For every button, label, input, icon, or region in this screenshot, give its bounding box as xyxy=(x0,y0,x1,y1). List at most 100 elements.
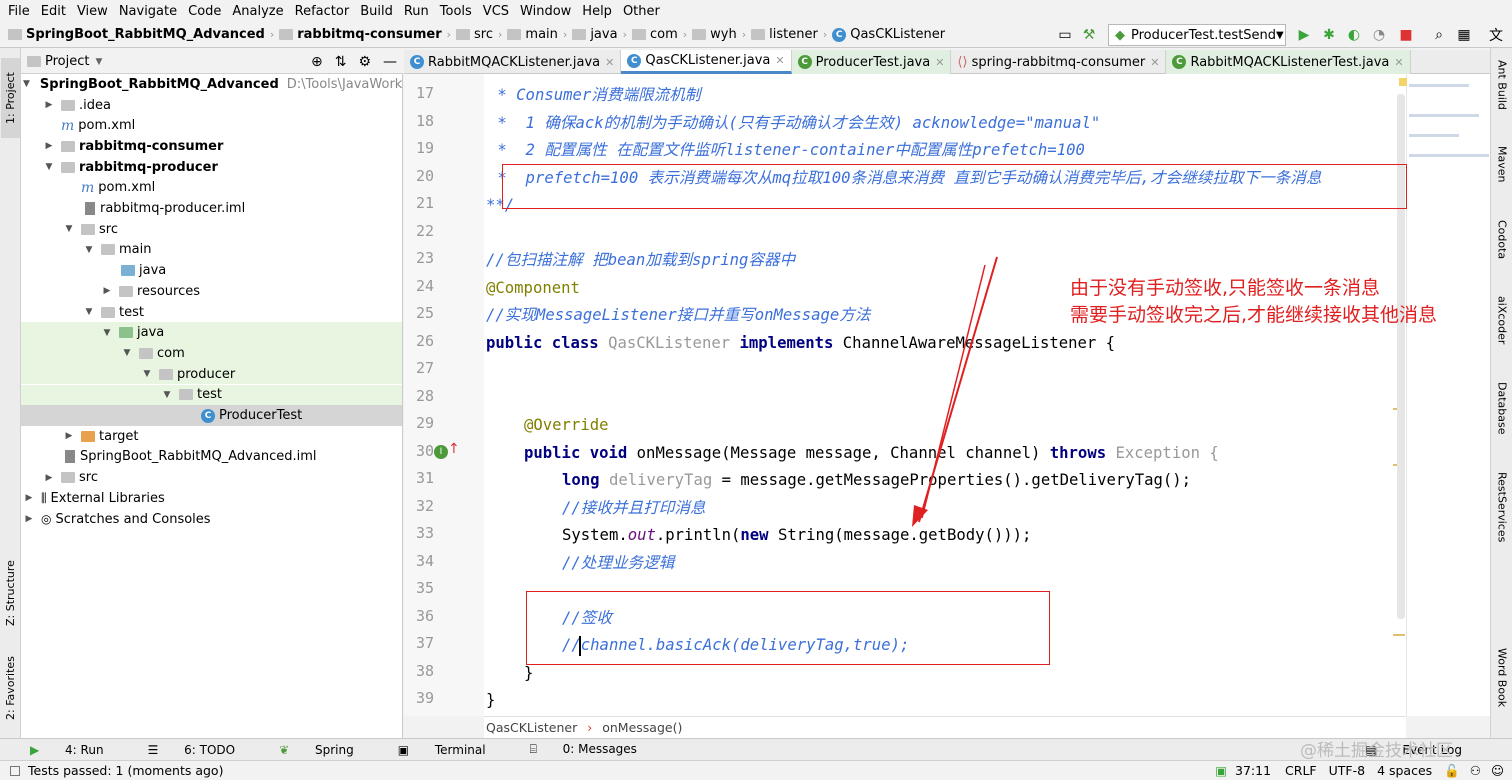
coverage-icon[interactable]: ◐ xyxy=(1345,26,1363,44)
close-icon[interactable]: ✕ xyxy=(1150,56,1159,69)
gear-icon[interactable]: ⚙ xyxy=(358,54,371,70)
close-icon[interactable]: ✕ xyxy=(605,56,614,69)
close-icon[interactable]: ✕ xyxy=(935,56,944,69)
crumb-project[interactable]: SpringBoot_RabbitMQ_Advanced › xyxy=(8,27,279,42)
breadcrumb-method[interactable]: onMessage() xyxy=(602,720,682,735)
tab-rabbitmqacklistenertest[interactable]: C RabbitMQACKListenerTest.java ✕ xyxy=(1166,50,1411,74)
tool-aixcoder[interactable]: aiXcoder xyxy=(1492,296,1512,366)
tree-item-iml[interactable]: rabbitmq-producer.iml xyxy=(21,198,402,219)
crumb-main[interactable]: main › xyxy=(507,27,572,42)
crumb-module[interactable]: rabbitmq-consumer › xyxy=(279,27,456,42)
menu-file[interactable]: File xyxy=(4,4,37,19)
tree-item-producer[interactable]: ▼ rabbitmq-producer xyxy=(21,157,402,178)
tree-item-root-iml[interactable]: SpringBoot_RabbitMQ_Advanced.iml xyxy=(21,447,402,468)
menu-other[interactable]: Other xyxy=(619,4,667,19)
close-icon[interactable]: ✕ xyxy=(775,54,784,67)
tree-item-src[interactable]: ▼ src xyxy=(21,219,402,240)
collapse-icon[interactable]: ⇅ xyxy=(335,54,347,70)
tree-item-test[interactable]: ▼ test xyxy=(21,302,402,323)
tab-producertest[interactable]: C ProducerTest.java ✕ xyxy=(791,50,952,74)
menu-view[interactable]: View xyxy=(73,4,115,19)
tool-spring[interactable]: ❦ Spring xyxy=(279,743,376,757)
project-structure-icon[interactable]: ▭ xyxy=(1056,26,1074,44)
tool-favorites[interactable]: 2: Favorites xyxy=(1,648,20,728)
override-arrow-icon[interactable]: ↑ xyxy=(448,441,460,457)
tool-todo[interactable]: ☰ 6: TODO xyxy=(148,743,258,757)
breadcrumb-class[interactable]: QasCKListener xyxy=(486,720,577,735)
tree-item-target[interactable]: ▶ target xyxy=(21,426,402,447)
profile-icon[interactable]: ◔ xyxy=(1370,26,1388,44)
tree-item-test-pkg[interactable]: ▼ test xyxy=(21,384,402,406)
tree-item-producertest[interactable]: C ProducerTest xyxy=(21,405,402,426)
tree-item-main-java[interactable]: java xyxy=(21,260,402,281)
crumb-com[interactable]: com › xyxy=(631,27,692,42)
close-icon[interactable]: ✕ xyxy=(1394,56,1403,69)
crumb-class[interactable]: C QasCKListener xyxy=(832,27,945,42)
tool-terminal[interactable]: ▣ Terminal xyxy=(398,743,508,757)
tool-restservices[interactable]: RestServices xyxy=(1492,472,1512,562)
tree-item-com[interactable]: ▼ com xyxy=(21,343,402,364)
menu-help[interactable]: Help xyxy=(578,4,619,19)
search-icon[interactable]: ⌕ xyxy=(1430,26,1448,44)
menu-vcs[interactable]: VCS xyxy=(479,4,516,19)
menu-code[interactable]: Code xyxy=(184,4,228,19)
tool-database[interactable]: Database xyxy=(1492,382,1512,452)
menu-run[interactable]: Run xyxy=(400,4,436,19)
locate-icon[interactable]: ⊕ xyxy=(311,54,323,70)
menu-edit[interactable]: Edit xyxy=(37,4,73,19)
tree-item-root[interactable]: ▼ SpringBoot_RabbitMQ_Advanced D:\Tools\Ja… xyxy=(21,74,402,95)
tab-rabbitmqacklistener[interactable]: C RabbitMQACKListener.java ✕ xyxy=(404,50,622,74)
tool-codota[interactable]: Codota xyxy=(1492,220,1512,280)
tree-item-scratches[interactable]: ▶ ◎ Scratches and Consoles xyxy=(21,509,402,530)
menu-refactor[interactable]: Refactor xyxy=(291,4,357,19)
crumb-java[interactable]: java › xyxy=(572,27,632,42)
tool-messages[interactable]: ⌸ 0: Messages xyxy=(530,742,659,757)
git-icon[interactable]: ⚇ xyxy=(1470,763,1481,778)
tree-item-main[interactable]: ▼ main xyxy=(21,240,402,261)
tab-spring-rabbitmq-consumer[interactable]: ⟨⟩ spring-rabbitmq-consumer ✕ xyxy=(951,50,1167,74)
translate-icon[interactable]: 文 xyxy=(1487,26,1505,44)
status-position[interactable]: 37:11 xyxy=(1235,763,1271,778)
build-hammer-icon[interactable]: ⚒ xyxy=(1080,26,1098,44)
run-icon[interactable]: ▶ xyxy=(1295,26,1313,44)
lock-icon[interactable]: 🔓 xyxy=(1444,763,1460,779)
crumb-listener[interactable]: listener › xyxy=(751,27,832,42)
notifications-icon[interactable]: ☺ xyxy=(1491,763,1504,778)
editor-minimap[interactable] xyxy=(1393,74,1490,716)
run-configuration-select[interactable]: ◆ ProducerTest.testSend ▼ xyxy=(1108,24,1286,46)
tool-ant-build[interactable]: Ant Build xyxy=(1492,60,1512,130)
stop-icon[interactable]: ■ xyxy=(1397,26,1415,44)
crumb-wyh[interactable]: wyh › xyxy=(692,27,751,42)
tool-word-book[interactable]: Word Book xyxy=(1492,648,1512,728)
tree-item-resources[interactable]: ▶ resources xyxy=(21,281,402,302)
menu-analyze[interactable]: Analyze xyxy=(228,4,290,19)
status-tests[interactable]: Tests passed: 1 (moments ago) xyxy=(28,763,223,778)
tree-item-producer-pkg[interactable]: ▼ producer xyxy=(21,363,402,385)
inspection-status-icon[interactable] xyxy=(1399,78,1407,86)
tree-item-idea[interactable]: ▶ .idea xyxy=(21,95,402,116)
tree-item-consumer[interactable]: ▶ rabbitmq-consumer xyxy=(21,136,402,157)
implementing-method-icon[interactable]: I xyxy=(434,445,448,459)
hide-icon[interactable]: — xyxy=(383,54,397,70)
settings-window-icon[interactable]: ▦ xyxy=(1455,26,1473,44)
tool-project[interactable]: 1: Project xyxy=(1,58,20,138)
chevron-down-icon[interactable]: ▼ xyxy=(95,57,102,67)
tool-structure[interactable]: Z: Structure xyxy=(1,548,20,638)
status-encoding[interactable]: UTF-8 xyxy=(1329,763,1365,778)
tool-run[interactable]: ▶ 4: Run xyxy=(30,743,126,757)
toggle-tool-windows-icon[interactable] xyxy=(10,765,20,776)
menu-build[interactable]: Build xyxy=(356,4,400,19)
status-line-separator[interactable]: CRLF xyxy=(1285,763,1317,778)
debug-icon[interactable]: ✱ xyxy=(1320,26,1338,44)
tool-maven[interactable]: Maven xyxy=(1492,146,1512,206)
tree-item-root-src[interactable]: ▶ src xyxy=(21,467,402,488)
menu-window[interactable]: Window xyxy=(516,4,578,19)
project-view-select[interactable]: Project xyxy=(45,54,89,69)
tree-item-test-java[interactable]: ▼ java xyxy=(21,322,402,344)
memory-icon[interactable]: ▣ xyxy=(1215,763,1227,778)
tree-item-pom[interactable]: m pom.xml xyxy=(21,115,402,136)
menu-tools[interactable]: Tools xyxy=(436,4,479,19)
tab-qascklistener[interactable]: C QasCKListener.java ✕ xyxy=(621,50,792,74)
tree-item-producer-pom[interactable]: m pom.xml xyxy=(21,178,402,199)
menu-navigate[interactable]: Navigate xyxy=(115,4,184,19)
